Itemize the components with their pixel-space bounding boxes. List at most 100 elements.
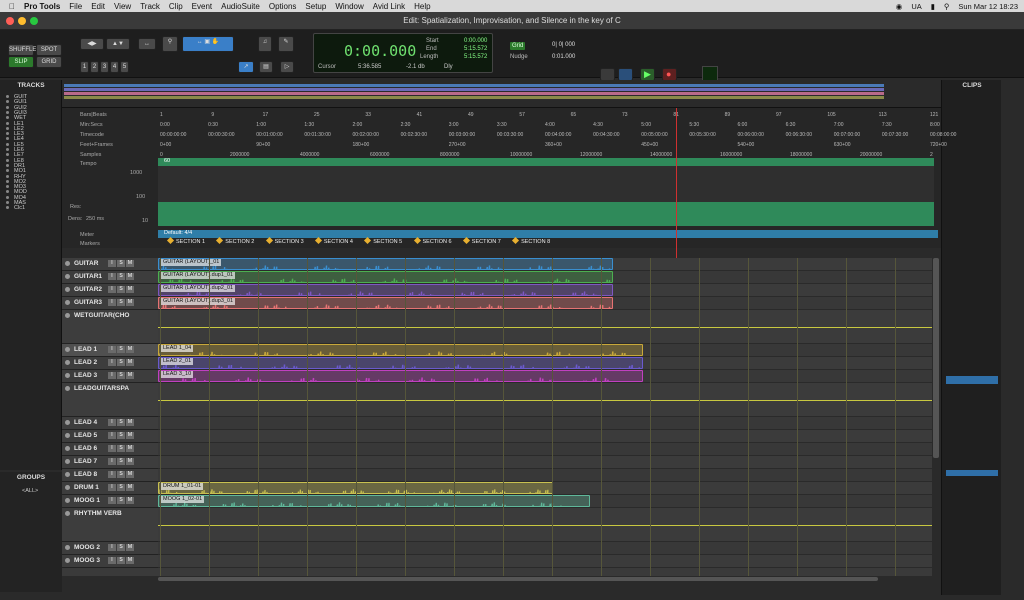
track-record-icon[interactable] [65,459,70,464]
meter-ruler-bar[interactable]: Default: 4/4 [158,230,938,238]
track-btn-i[interactable]: I [108,471,116,478]
track-record-icon[interactable] [65,373,70,378]
track-visibility-icon[interactable] [6,163,9,167]
wifi-icon[interactable]: ◉ [896,2,903,11]
track-btn-i[interactable]: I [108,273,116,280]
track-btn-m[interactable]: M [126,286,134,293]
track-header[interactable]: LEAD 1 ISM [62,344,158,357]
track-lane[interactable] [158,456,932,469]
tempo-value[interactable]: 60 [164,158,170,164]
track-btn-m[interactable]: M [126,273,134,280]
track-btn-s[interactable]: S [117,359,125,366]
track-lane[interactable]: LEAD 3_10 [158,370,932,383]
zoom-preset-5[interactable]: 5 [120,61,129,73]
track-visibility-icon[interactable] [6,185,9,189]
track-btn-m[interactable]: M [126,359,134,366]
track-lane[interactable] [158,430,932,443]
track-header[interactable]: LEAD 4 ISM [62,417,158,430]
zoom-preset-2[interactable]: 2 [90,61,99,73]
track-visibility-icon[interactable] [6,137,9,141]
menu-help[interactable]: Help [414,2,430,11]
track-btn-s[interactable]: S [117,346,125,353]
tempo-graph-area[interactable] [158,166,934,226]
track-record-icon[interactable] [65,498,70,503]
track-header[interactable]: LEAD 8 ISM [62,469,158,482]
track-btn-s[interactable]: S [117,299,125,306]
track-header[interactable]: LEADGUITARSPA [62,383,158,417]
audio-clip[interactable]: GUITAR (LAYOUT).dup3_01 [158,297,613,309]
track-lane[interactable]: GUITAR (LAYOUT).dup1_01 [158,271,932,284]
track-record-icon[interactable] [65,347,70,352]
track-name[interactable]: GUITAR1 [74,273,102,280]
track-name[interactable]: GUITAR3 [74,299,102,306]
track-name[interactable]: LEAD 6 [74,445,97,452]
insertion-follows-icon[interactable]: ▷ [280,61,294,73]
audio-clip[interactable]: LEAD 3_10 [158,370,643,382]
track-lane[interactable] [158,542,932,555]
track-name[interactable]: LEAD 2 [74,359,97,366]
track-btn-i[interactable]: I [108,445,116,452]
track-visibility-icon[interactable] [6,190,9,194]
track-btn-m[interactable]: M [126,557,134,564]
track-btn-s[interactable]: S [117,445,125,452]
track-btn-i[interactable]: I [108,497,116,504]
track-btn-i[interactable]: I [108,299,116,306]
track-record-icon[interactable] [65,274,70,279]
track-name[interactable]: MOOG 2 [74,544,100,551]
track-btn-i[interactable]: I [108,544,116,551]
track-lane[interactable] [158,383,932,417]
track-btn-m[interactable]: M [126,458,134,465]
marker-7[interactable]: SECTION 7 [464,238,501,245]
menu-view[interactable]: View [114,2,131,11]
audio-clip[interactable]: LEAD 1_04 [158,344,643,356]
menu-file[interactable]: File [69,2,82,11]
track-record-icon[interactable] [65,313,70,318]
track-visibility-icon[interactable] [6,169,9,173]
track-record-icon[interactable] [65,511,70,516]
track-name[interactable]: LEAD 3 [74,372,97,379]
track-btn-i[interactable]: I [108,359,116,366]
input-language[interactable]: UA [911,2,921,11]
track-lane[interactable] [158,310,932,344]
grid-label[interactable]: Grid [510,42,526,50]
track-visibility-icon[interactable] [6,105,9,109]
track-btn-m[interactable]: M [126,299,134,306]
track-name[interactable]: WETGUITAR(CHO [74,312,129,319]
shuffle-mode-button[interactable]: SHUFFLE [8,44,36,56]
start-value[interactable]: 0:00.000 [464,38,487,44]
pencil-tool-icon[interactable]: ✎ [278,36,294,52]
track-btn-s[interactable]: S [117,432,125,439]
menu-app[interactable]: Pro Tools [24,2,60,11]
length-value[interactable]: 5:15.572 [464,54,487,60]
track-btn-m[interactable]: M [126,419,134,426]
track-btn-i[interactable]: I [108,419,116,426]
audio-clip[interactable]: MOOG 1_02-01 [158,495,590,507]
track-header[interactable]: MOOG 2 ISM [62,542,158,555]
track-btn-s[interactable]: S [117,471,125,478]
track-name[interactable]: DRUM 1 [74,484,99,491]
marker-8[interactable]: SECTION 8 [513,238,550,245]
tracks-list-item[interactable]: Clc1 [6,205,25,211]
track-btn-m[interactable]: M [126,346,134,353]
menu-options[interactable]: Options [269,2,297,11]
tempo-ruler-bar[interactable]: 60 [158,158,934,166]
nudge-value[interactable]: 0:01.000 [552,54,575,60]
track-record-icon[interactable] [65,360,70,365]
track-header[interactable]: LEAD 3 ISM [62,370,158,383]
track-name[interactable]: LEAD 7 [74,458,97,465]
track-btn-s[interactable]: S [117,273,125,280]
zoom-preset-3[interactable]: 3 [100,61,109,73]
track-visibility-icon[interactable] [6,158,9,162]
menu-window[interactable]: Window [335,2,363,11]
trim-select-grab-tools[interactable]: ↔ ▣ ✋ [182,36,234,52]
track-visibility-icon[interactable] [6,95,9,98]
track-visibility-icon[interactable] [6,126,9,130]
track-btn-i[interactable]: I [108,484,116,491]
track-visibility-icon[interactable] [6,110,9,114]
marker-4[interactable]: SECTION 4 [316,238,353,245]
track-btn-m[interactable]: M [126,372,134,379]
track-lane[interactable]: DRUM 1_01-01 [158,482,932,495]
track-header[interactable]: LEAD 2 ISM [62,357,158,370]
track-btn-s[interactable]: S [117,544,125,551]
track-visibility-icon[interactable] [6,153,9,157]
